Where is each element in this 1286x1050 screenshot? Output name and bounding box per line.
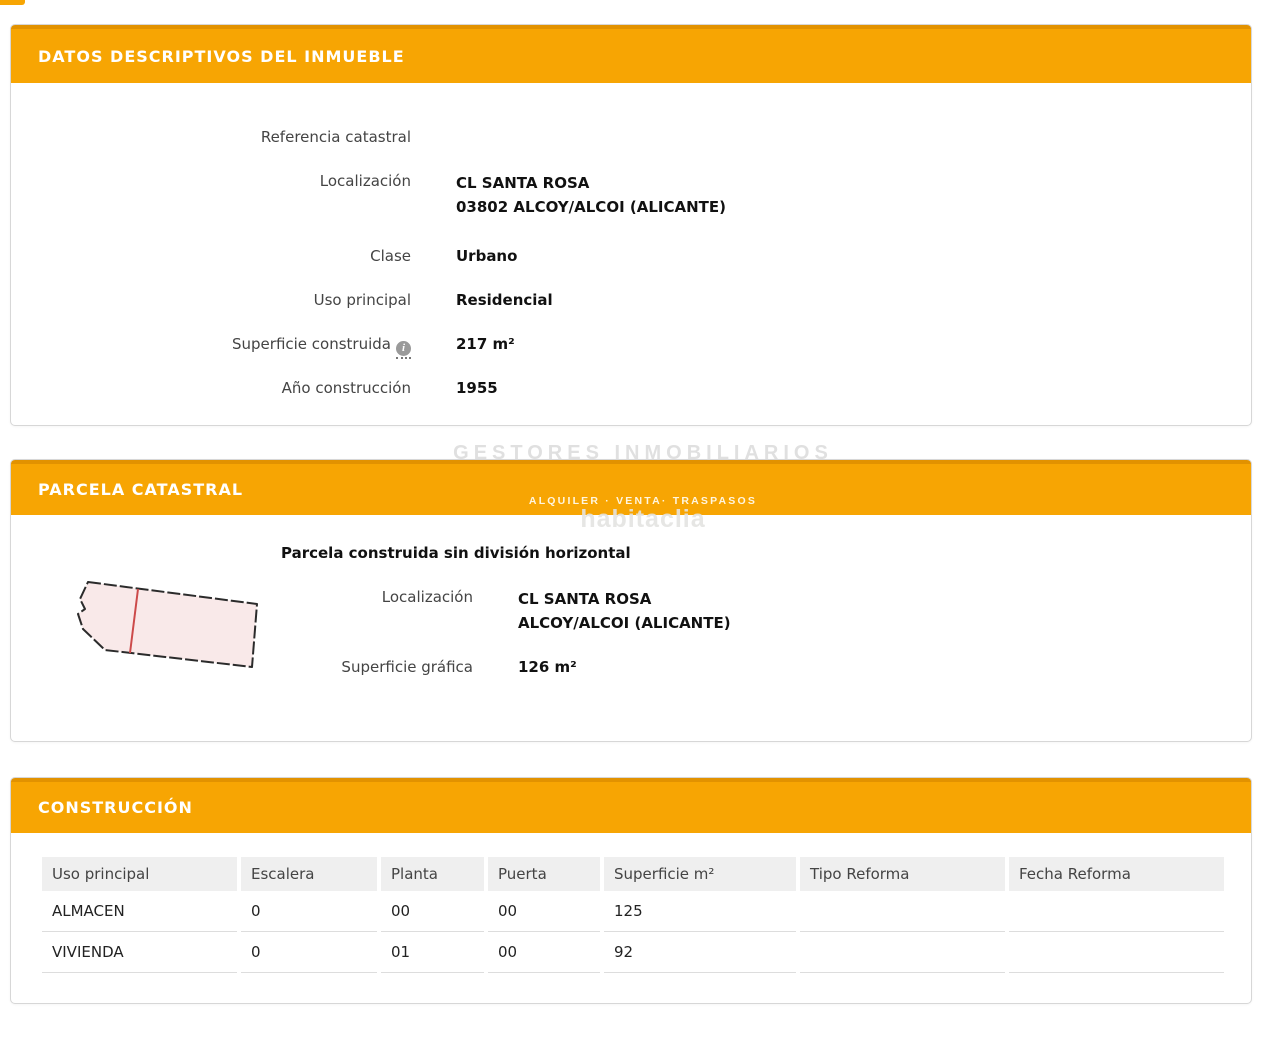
- cell-planta: 00: [381, 891, 484, 932]
- field-label-text: Superficie construida: [232, 335, 391, 353]
- field-label: Localización: [11, 587, 473, 607]
- field-label: Localización: [11, 171, 411, 191]
- cell-superficie: 92: [604, 932, 796, 973]
- cell-escalera: 0: [241, 891, 377, 932]
- field-label: Uso principal: [11, 290, 411, 310]
- col-superficie: Superficie m²: [604, 857, 796, 891]
- col-fecha-reforma: Fecha Reforma: [1009, 857, 1224, 891]
- cell-escalera: 0: [241, 932, 377, 973]
- field-referencia-catastral: Referencia catastral: [11, 127, 1251, 147]
- section-title: PARCELA CATASTRAL: [38, 480, 243, 499]
- col-tipo-reforma: Tipo Reforma: [800, 857, 1005, 891]
- field-value: CL SANTA ROSA 03802 ALCOY/ALCOI (ALICANT…: [456, 171, 726, 219]
- col-puerta: Puerta: [488, 857, 600, 891]
- field-value: 126 m²: [518, 657, 577, 677]
- info-icon-wrap[interactable]: i: [396, 336, 411, 359]
- section-title: DATOS DESCRIPTIVOS DEL INMUEBLE: [38, 47, 405, 66]
- field-label: Referencia catastral: [11, 127, 411, 147]
- parcela-intro-text: Parcela construida sin división horizont…: [281, 544, 631, 562]
- field-uso-principal: Uso principal Residencial: [11, 290, 1251, 310]
- cell-uso: ALMACEN: [42, 891, 237, 932]
- cell-fecha-reforma: [1009, 932, 1224, 973]
- cell-tipo-reforma: [800, 932, 1005, 973]
- localizacion-line1: CL SANTA ROSA: [456, 171, 726, 195]
- field-clase: Clase Urbano: [11, 246, 1251, 266]
- section-title: CONSTRUCCIÓN: [38, 798, 193, 817]
- top-edge-fragment: [0, 0, 25, 5]
- table-row: VIVIENDA 0 01 00 92: [42, 932, 1224, 973]
- field-localizacion: Localización CL SANTA ROSA 03802 ALCOY/A…: [11, 171, 1251, 219]
- field-label: Superficie gráfica: [11, 657, 473, 677]
- section-header-datos: DATOS DESCRIPTIVOS DEL INMUEBLE: [11, 25, 1251, 83]
- field-value: 1955: [456, 378, 498, 398]
- cell-planta: 01: [381, 932, 484, 973]
- section-header-parcela: PARCELA CATASTRAL: [11, 460, 1251, 515]
- field-superficie-grafica: Superficie gráfica 126 m²: [11, 657, 577, 677]
- field-value: CL SANTA ROSA ALCOY/ALCOI (ALICANTE): [518, 587, 731, 635]
- parcela-content: Parcela construida sin división horizont…: [11, 515, 1251, 740]
- col-planta: Planta: [381, 857, 484, 891]
- col-uso-principal: Uso principal: [42, 857, 237, 891]
- construccion-table: Uso principal Escalera Planta Puerta Sup…: [38, 857, 1228, 973]
- section-datos-descriptivos: DATOS DESCRIPTIVOS DEL INMUEBLE Referenc…: [10, 24, 1252, 426]
- field-label: Clase: [11, 246, 411, 266]
- section-construccion: CONSTRUCCIÓN Uso principal Escalera Plan…: [10, 777, 1252, 1004]
- field-parcela-localizacion: Localización CL SANTA ROSA ALCOY/ALCOI (…: [11, 587, 731, 635]
- parcela-localizacion-line2: ALCOY/ALCOI (ALICANTE): [518, 611, 731, 635]
- cell-uso: VIVIENDA: [42, 932, 237, 973]
- field-value: Urbano: [456, 246, 517, 266]
- cell-puerta: 00: [488, 932, 600, 973]
- datos-fields: Referencia catastral Localización CL SAN…: [11, 83, 1251, 398]
- section-parcela-catastral: PARCELA CATASTRAL Parcela construida sin…: [10, 459, 1252, 742]
- field-label: Año construcción: [11, 378, 411, 398]
- localizacion-line2: 03802 ALCOY/ALCOI (ALICANTE): [456, 195, 726, 219]
- field-superficie-construida: Superficie construida i 217 m²: [11, 334, 1251, 354]
- col-escalera: Escalera: [241, 857, 377, 891]
- table-row: ALMACEN 0 00 00 125: [42, 891, 1224, 932]
- parcela-localizacion-line1: CL SANTA ROSA: [518, 587, 731, 611]
- cell-fecha-reforma: [1009, 891, 1224, 932]
- field-value: 217 m²: [456, 334, 515, 354]
- cell-tipo-reforma: [800, 891, 1005, 932]
- field-value: Residencial: [456, 290, 553, 310]
- cadastral-report-page: DATOS DESCRIPTIVOS DEL INMUEBLE Referenc…: [0, 0, 1286, 1050]
- section-header-construccion: CONSTRUCCIÓN: [11, 778, 1251, 833]
- field-label: Superficie construida i: [11, 334, 411, 359]
- cell-puerta: 00: [488, 891, 600, 932]
- table-header-row: Uso principal Escalera Planta Puerta Sup…: [42, 857, 1224, 891]
- cell-superficie: 125: [604, 891, 796, 932]
- field-ano-construccion: Año construcción 1955: [11, 378, 1251, 398]
- info-icon[interactable]: i: [396, 341, 411, 356]
